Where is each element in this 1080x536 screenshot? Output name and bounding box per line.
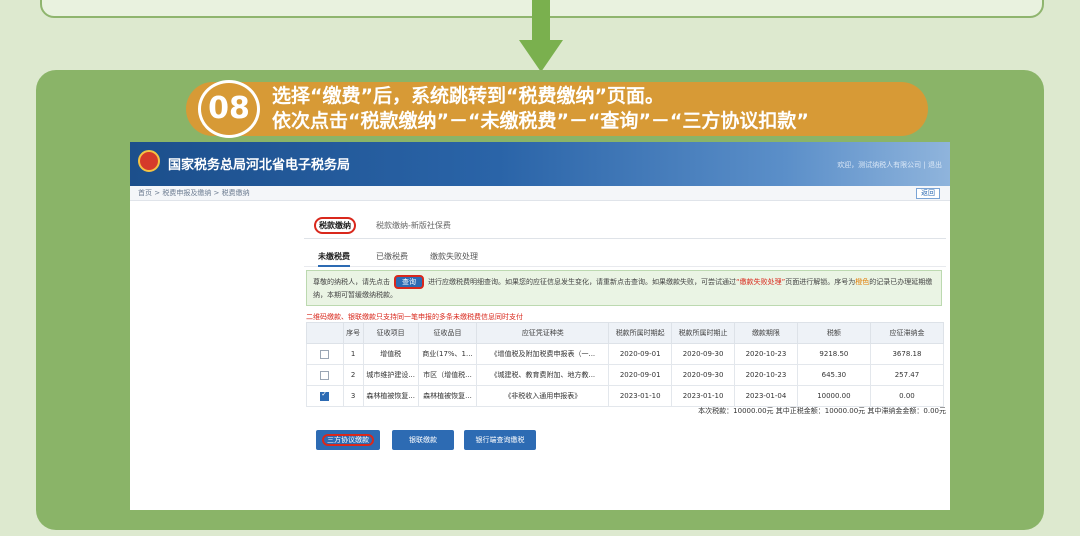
- cell-deadline: 2020-10-23: [734, 343, 798, 365]
- cell-start: 2020-09-01: [608, 364, 673, 386]
- header-select: [306, 322, 344, 344]
- down-arrow-icon: [519, 0, 563, 72]
- table-row[interactable]: 3 森林植被恢复... 森林植被恢复... 《非税收入通用申报表》 2023-0…: [306, 385, 945, 407]
- cell-voucher: 《增值税及附加税费申报表（一...: [476, 343, 610, 365]
- breadcrumb-bar: 首页 > 税费申报及缴纳 > 税费缴纳 返回: [130, 186, 950, 201]
- row-checkbox[interactable]: [320, 370, 330, 380]
- step-number: 08: [198, 80, 260, 138]
- primary-tabs: 税款缴纳 税款缴纳-新版社保费: [304, 214, 946, 239]
- notice-box: 尊敬的纳税人，请先点击 查询 进行应缴税费明细查询。如果您的应征信息发生变化，请重新…: [306, 270, 942, 306]
- cell-late-fee: 0.00: [869, 385, 945, 407]
- bank-counter-button[interactable]: 银行端查询缴税: [464, 430, 536, 450]
- notice-text-1: 尊敬的纳税人，请先点击: [313, 278, 390, 286]
- tab-paid[interactable]: 已缴税费: [376, 251, 408, 262]
- notice-text-2: 进行应缴税费明细查询。如果您的应征信息发生变化，请重新点击查询。如果缴款失败，可…: [428, 278, 736, 286]
- breadcrumb[interactable]: 首页 > 税费申报及缴纳 > 税费缴纳: [138, 188, 250, 198]
- header-end: 税款所属时期止: [671, 322, 735, 344]
- tax-emblem-icon: [138, 150, 160, 172]
- cell-tax: 10000.00: [796, 385, 871, 407]
- cell-voucher: 《非税收入通用申报表》: [476, 385, 610, 407]
- header-item: 征收项目: [362, 322, 419, 344]
- header-deadline: 缴款期限: [734, 322, 798, 344]
- cell-late-fee: 3678.18: [869, 343, 945, 365]
- header-subitem: 征收品目: [417, 322, 478, 344]
- site-title: 国家税务总局河北省电子税务局: [168, 158, 351, 173]
- header-start: 税款所属时期起: [608, 322, 673, 344]
- cell-voucher: 《城建税、教育费附加、地方教...: [476, 364, 610, 386]
- cell-item: 森林植被恢复...: [362, 385, 419, 407]
- row-checkbox-checked[interactable]: [320, 390, 330, 401]
- cell-no: 2: [342, 364, 364, 386]
- cell-item: 城市维护建设...: [362, 364, 419, 386]
- header-voucher: 应征凭证种类: [476, 322, 610, 344]
- cell-deadline: 2023-01-04: [734, 385, 798, 407]
- tripartite-payment-label: 三方协议缴款: [322, 434, 374, 446]
- table-row[interactable]: 2 城市维护建设... 市区（增值税... 《城建税、教育费附加、地方教... …: [306, 364, 945, 386]
- cell-no: 1: [342, 343, 364, 365]
- cell-start: 2020-09-01: [608, 343, 673, 365]
- cell-late-fee: 257.47: [869, 364, 945, 386]
- tripartite-payment-button[interactable]: 三方协议缴款: [316, 430, 380, 450]
- payment-content: 税款缴纳 税款缴纳-新版社保费 未缴税费 已缴税费 缴款失败处理 尊敬的纳税人，…: [304, 214, 946, 510]
- return-button[interactable]: 返回: [916, 188, 940, 199]
- step-line-2: 依次点击“税款缴纳”－“未缴税费”－“查询”－“三方协议扣款”: [272, 110, 809, 132]
- cell-item: 增值税: [362, 343, 419, 365]
- tab-social-insurance[interactable]: 税款缴纳-新版社保费: [376, 220, 451, 231]
- secondary-tabs: 未缴税费 已缴税费 缴款失败处理: [304, 244, 946, 267]
- unionpay-button[interactable]: 银联缴款: [392, 430, 454, 450]
- tax-bureau-screenshot: 国家税务总局河北省电子税务局 欢迎，测试纳税人有限公司 | 退出 首页 > 税费…: [130, 142, 950, 510]
- site-header: 国家税务总局河北省电子税务局 欢迎，测试纳税人有限公司 | 退出: [130, 142, 950, 186]
- cell-end: 2020-09-30: [671, 343, 735, 365]
- payment-summary: 本次税款：10000.00元 其中正税金额：10000.00元 其中滞纳金金额：…: [698, 407, 946, 415]
- tab-unpaid[interactable]: 未缴税费: [318, 251, 350, 267]
- user-info[interactable]: 欢迎，测试纳税人有限公司 | 退出: [837, 160, 942, 170]
- cell-no: 3: [342, 385, 364, 407]
- orange-highlight: 橙色: [855, 278, 870, 286]
- header-tax: 税额: [796, 322, 871, 344]
- notice-text-3: 页面进行解锁。序号为: [785, 278, 856, 286]
- cell-end: 2020-09-30: [671, 364, 735, 386]
- cell-tax: 645.30: [796, 364, 871, 386]
- header-late-fee: 应征滞纳金: [869, 322, 945, 344]
- query-button[interactable]: 查询: [394, 275, 424, 289]
- cell-tax: 9218.50: [796, 343, 871, 365]
- cell-subitem: 商业(17%、1...: [417, 343, 478, 365]
- header-no: 序号: [342, 322, 364, 344]
- payment-warning: 二维码缴款、银联缴款只支持同一笔申报的多条未缴税费信息同时支付: [306, 313, 523, 321]
- row-checkbox[interactable]: [320, 349, 330, 359]
- cell-end: 2023-01-10: [671, 385, 735, 407]
- cell-deadline: 2020-10-23: [734, 364, 798, 386]
- cell-subitem: 市区（增值税...: [417, 364, 478, 386]
- table-header-row: 序号 征收项目 征收品目 应征凭证种类 税款所属时期起 税款所属时期止 缴款期限…: [306, 322, 945, 344]
- payment-failure-link[interactable]: “缴款失败处理”: [736, 278, 785, 286]
- tab-payment-failure[interactable]: 缴款失败处理: [430, 251, 478, 262]
- cell-subitem: 森林植被恢复...: [417, 385, 478, 407]
- step-line-1: 选择“缴费”后，系统跳转到“税费缴纳”页面。: [272, 85, 664, 107]
- step-instructions: 选择“缴费”后，系统跳转到“税费缴纳”页面。 依次点击“税款缴纳”－“未缴税费”…: [272, 84, 809, 134]
- tab-tax-payment[interactable]: 税款缴纳: [314, 217, 356, 234]
- unpaid-tax-table: 序号 征收项目 征收品目 应征凭证种类 税款所属时期起 税款所属时期止 缴款期限…: [306, 322, 945, 407]
- cell-start: 2023-01-10: [608, 385, 673, 407]
- table-row[interactable]: 1 增值税 商业(17%、1... 《增值税及附加税费申报表（一... 2020…: [306, 343, 945, 365]
